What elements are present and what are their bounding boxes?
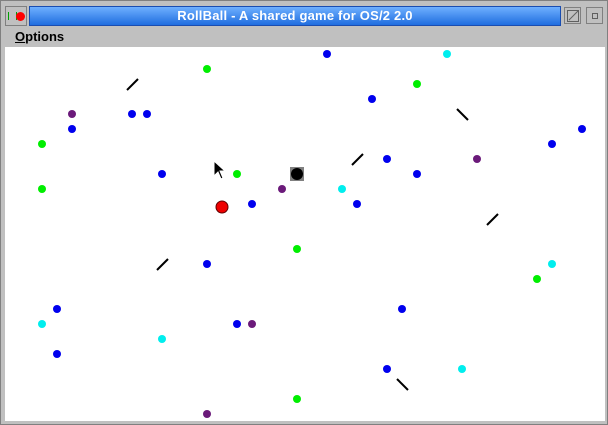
ball-purple [203,410,211,418]
ball-cyan [158,335,166,343]
maximize-icon [567,10,579,22]
system-menu-button[interactable] [5,6,27,26]
ball-green [38,185,46,193]
ball-blue [158,170,166,178]
ball-blue [68,125,76,133]
menu-bar: Options [3,27,606,47]
ball-blue [233,320,241,328]
window-title: RollBall - A shared game for OS/2 2.0 [29,6,561,26]
mouse-cursor-icon [213,159,227,180]
ball-purple [278,185,286,193]
ball-cyan [458,365,466,373]
menu-options-mnemonic: O [15,29,26,44]
ball-blue [578,125,586,133]
minimize-button[interactable] [586,7,603,24]
deflector-line [486,213,499,226]
ball-blue [248,200,256,208]
red-ball-icon [16,12,25,21]
ball-blue [203,260,211,268]
ball-blue [53,305,61,313]
ball-purple [68,110,76,118]
deflector-line [396,378,409,391]
player-ball [215,200,229,214]
ball-green [38,140,46,148]
game-window: RollBall - A shared game for OS/2 2.0 Op… [0,0,608,425]
ball-blue [398,305,406,313]
ball-green [413,80,421,88]
ball-purple [473,155,481,163]
ball-green [293,395,301,403]
ball-blue [383,155,391,163]
ball-cyan [338,185,346,193]
black-hole [291,168,303,180]
ball-green [293,245,301,253]
ball-purple [248,320,256,328]
ball-blue [353,200,361,208]
maximize-button[interactable] [564,7,581,24]
playfield-canvas[interactable] [5,47,605,421]
menu-options-label: ptions [25,29,65,44]
ball-blue [53,350,61,358]
ball-cyan [443,50,451,58]
ball-blue [413,170,421,178]
title-bar[interactable]: RollBall - A shared game for OS/2 2.0 [3,4,606,26]
minimize-icon [592,13,598,19]
ball-blue [548,140,556,148]
ball-blue [323,50,331,58]
deflector-line [156,258,169,271]
ball-blue [368,95,376,103]
ball-blue [143,110,151,118]
deflector-line [456,108,469,121]
menu-options[interactable]: Options [15,29,64,44]
deflector-line [351,153,364,166]
ball-cyan [548,260,556,268]
ball-blue [383,365,391,373]
playfield[interactable] [5,47,605,421]
ball-green [233,170,241,178]
ball-cyan [38,320,46,328]
deflector-line [126,78,139,91]
ball-green [203,65,211,73]
ball-green [533,275,541,283]
ball-blue [128,110,136,118]
